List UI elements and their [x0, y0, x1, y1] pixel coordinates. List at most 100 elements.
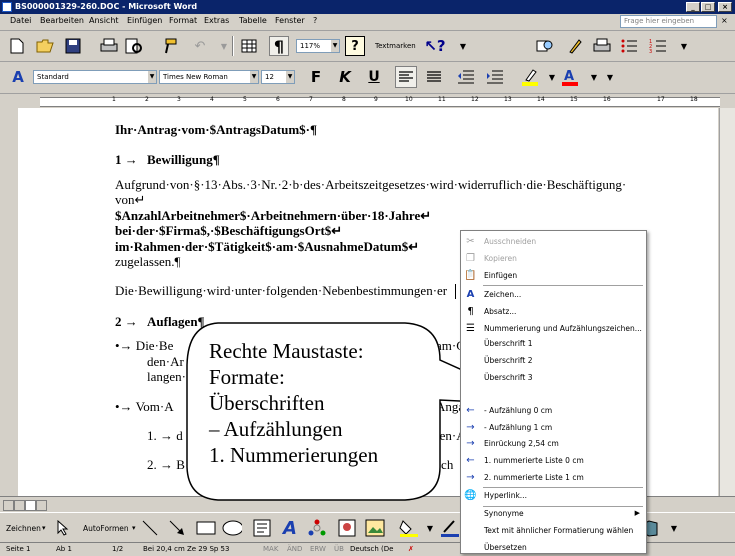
- doc-line: 2. → B: [147, 457, 185, 472]
- callout-line: 1. Nummerierungen: [209, 443, 379, 467]
- undo-dropdown-icon[interactable]: ▼: [214, 36, 234, 56]
- menu-item-synonyme[interactable]: Synonyme ▶: [461, 505, 646, 522]
- ellipse-icon[interactable]: [222, 518, 242, 538]
- increase-indent-icon[interactable]: [485, 67, 505, 87]
- font-color-icon[interactable]: A: [560, 67, 580, 87]
- menu-item-uebersetzen[interactable]: Übersetzen: [461, 539, 646, 556]
- clipart-icon[interactable]: [337, 518, 357, 538]
- chevron-down-icon[interactable]: ▼: [542, 67, 562, 87]
- textbox-icon[interactable]: [252, 518, 272, 538]
- print-preview-icon[interactable]: [124, 36, 144, 56]
- style-combo[interactable]: Standard ▼: [33, 70, 157, 84]
- justify-icon[interactable]: [424, 67, 444, 87]
- fill-color-icon[interactable]: [399, 518, 419, 538]
- menu-bearbeiten[interactable]: Bearbeiten: [40, 16, 84, 25]
- align-left-icon[interactable]: [395, 66, 417, 88]
- status-mode[interactable]: MAK: [263, 543, 278, 555]
- menu-item-ueberschrift-1[interactable]: Überschrift 1: [461, 335, 646, 352]
- toolbar-options-icon[interactable]: ▼: [664, 518, 684, 538]
- print-icon-2[interactable]: [592, 36, 612, 56]
- menu-item-einrueckung[interactable]: → Einrückung 2,54 cm: [461, 435, 646, 452]
- print-layout-icon[interactable]: [25, 500, 36, 511]
- menu-item-zeichen[interactable]: A Zeichen...: [461, 286, 646, 303]
- autoformen-menu[interactable]: AutoFormen: [83, 524, 129, 533]
- menu-tabelle[interactable]: Tabelle: [239, 16, 267, 25]
- menu-item-label: 2. nummerierte Liste 1 cm: [484, 473, 584, 482]
- menu-item-hyperlink[interactable]: 🌐 Hyperlink...: [461, 487, 646, 504]
- whats-this-icon[interactable]: ↖?: [424, 36, 445, 56]
- font-value: Times New Roman: [163, 73, 228, 81]
- minimize-button[interactable]: _: [686, 2, 700, 12]
- menu-item-einfuegen[interactable]: 📋 Einfügen: [461, 267, 646, 284]
- insert-picture-icon[interactable]: [365, 518, 385, 538]
- status-mode[interactable]: ERW: [310, 543, 326, 555]
- bullet-list-icon[interactable]: [619, 36, 639, 56]
- select-objects-icon[interactable]: [53, 518, 73, 538]
- research-icon[interactable]: [535, 36, 555, 56]
- menu-item-nummerierte-liste-0[interactable]: ← 1. nummerierte Liste 0 cm: [461, 452, 646, 469]
- menu-einfuegen[interactable]: Einfügen: [127, 16, 162, 25]
- bold-button[interactable]: F: [306, 67, 326, 87]
- wordart-icon[interactable]: A: [280, 518, 300, 539]
- line-color-icon[interactable]: [440, 518, 460, 538]
- menu-item-blank[interactable]: [461, 386, 646, 403]
- zeichnen-menu[interactable]: Zeichnen: [6, 524, 41, 533]
- print-icon[interactable]: [99, 36, 119, 56]
- menu-format[interactable]: Format: [169, 16, 197, 25]
- menu-help[interactable]: ?: [313, 16, 317, 25]
- menu-item-aehnliche-formatierung[interactable]: Text mit ähnlicher Formatierung wählen: [461, 522, 646, 539]
- undo-icon[interactable]: ↶: [190, 36, 210, 56]
- diagram-icon[interactable]: [307, 518, 327, 538]
- close-document-icon[interactable]: ×: [721, 16, 728, 25]
- decrease-indent-icon[interactable]: [456, 67, 476, 87]
- close-button[interactable]: ×: [718, 2, 732, 12]
- toolbar-options-icon[interactable]: ▼: [453, 36, 473, 56]
- status-mode[interactable]: ÄND: [287, 543, 302, 555]
- toolbar-options-icon[interactable]: ▼: [600, 67, 620, 87]
- numbered-list-icon[interactable]: 123: [648, 36, 668, 56]
- line-icon[interactable]: [140, 518, 160, 538]
- chevron-down-icon[interactable]: ▼: [420, 518, 440, 538]
- save-icon[interactable]: [63, 36, 83, 56]
- vertical-scrollbar[interactable]: [719, 108, 735, 496]
- underline-button[interactable]: U: [364, 67, 384, 87]
- menu-extras[interactable]: Extras: [204, 16, 229, 25]
- new-document-icon[interactable]: [7, 36, 27, 56]
- open-folder-icon[interactable]: [35, 36, 55, 56]
- web-view-icon[interactable]: [14, 500, 25, 511]
- arrow-icon[interactable]: [167, 518, 187, 538]
- outline-view-icon[interactable]: [36, 500, 47, 511]
- show-formatting-icon[interactable]: ¶: [269, 36, 289, 56]
- menu-item-aufzaehlung-0[interactable]: ← - Aufzählung 0 cm: [461, 402, 646, 419]
- status-language[interactable]: Deutsch (De: [350, 543, 393, 555]
- rectangle-icon[interactable]: [196, 518, 216, 538]
- menu-datei[interactable]: Datei: [10, 16, 31, 25]
- normal-view-icon[interactable]: [3, 500, 14, 511]
- textmarken-label[interactable]: Textmarken: [375, 42, 416, 50]
- highlight-icon[interactable]: [520, 67, 540, 87]
- spelling-status-icon[interactable]: ✗: [408, 543, 414, 555]
- toolbar-options-icon-2[interactable]: ▼: [674, 36, 694, 56]
- format-painter-icon[interactable]: [160, 36, 180, 56]
- menu-item-ueberschrift-3[interactable]: Überschrift 3: [461, 369, 646, 386]
- menu-item-aufzaehlung-1[interactable]: → - Aufzählung 1 cm: [461, 419, 646, 436]
- menu-item-ueberschrift-2[interactable]: Überschrift 2: [461, 352, 646, 369]
- font-combo[interactable]: Times New Roman ▼: [159, 70, 259, 84]
- maximize-button[interactable]: □: [701, 2, 715, 12]
- styles-pane-icon[interactable]: A: [8, 67, 28, 87]
- menu-item-kopieren[interactable]: ❐ Kopieren: [461, 250, 646, 267]
- menu-item-absatz[interactable]: ¶ Absatz...: [461, 303, 646, 320]
- help-question-input[interactable]: Frage hier eingeben: [620, 15, 717, 28]
- menu-item-ausschneiden[interactable]: ✂ Ausschneiden: [461, 233, 646, 250]
- font-size-combo[interactable]: 12 ▼: [261, 70, 295, 84]
- status-mode[interactable]: ÜB: [334, 543, 344, 555]
- menu-ansicht[interactable]: Ansicht: [89, 16, 119, 25]
- highlighter-pen-icon[interactable]: [565, 36, 585, 56]
- zoom-combo[interactable]: 117% ▼: [296, 39, 340, 53]
- help-icon[interactable]: ?: [345, 36, 365, 56]
- vertical-ruler[interactable]: [0, 108, 19, 496]
- table-icon[interactable]: [239, 36, 259, 56]
- italic-button[interactable]: K: [335, 67, 355, 87]
- menu-fenster[interactable]: Fenster: [275, 16, 305, 25]
- menu-item-nummerierte-liste-1[interactable]: → 2. nummerierte Liste 1 cm: [461, 469, 646, 486]
